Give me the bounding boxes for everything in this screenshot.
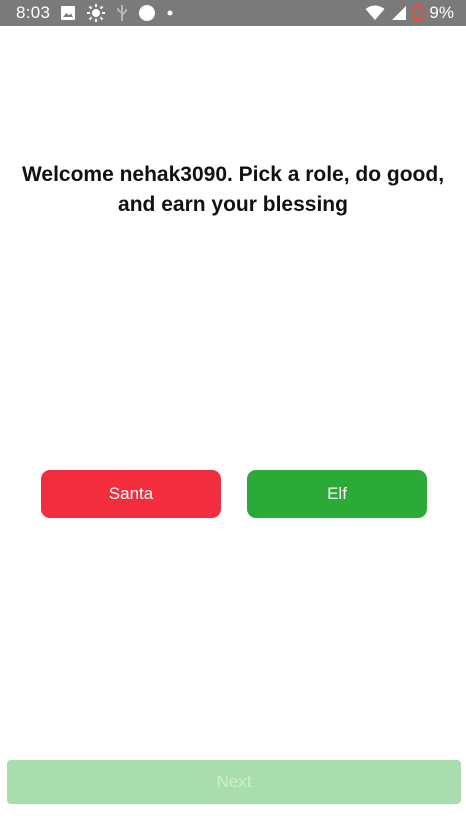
battery-low-icon	[413, 4, 424, 22]
signal-icon	[391, 5, 407, 21]
usb-icon	[116, 4, 128, 22]
battery-percent: 9%	[429, 3, 454, 22]
brightness-icon	[86, 3, 106, 23]
next-button[interactable]: Next	[7, 760, 461, 804]
image-icon	[60, 5, 76, 21]
status-bar: 8:03 9%	[0, 0, 466, 26]
circle-icon	[138, 4, 156, 22]
dot-icon	[166, 9, 174, 17]
status-left: 8:03	[16, 3, 174, 23]
elf-button[interactable]: Elf	[247, 470, 427, 518]
welcome-heading: Welcome nehak3090. Pick a role, do good,…	[21, 163, 445, 216]
wifi-icon	[365, 5, 385, 21]
status-time: 8:03	[16, 3, 51, 22]
status-right: 9%	[365, 3, 454, 23]
santa-button[interactable]: Santa	[41, 470, 221, 518]
